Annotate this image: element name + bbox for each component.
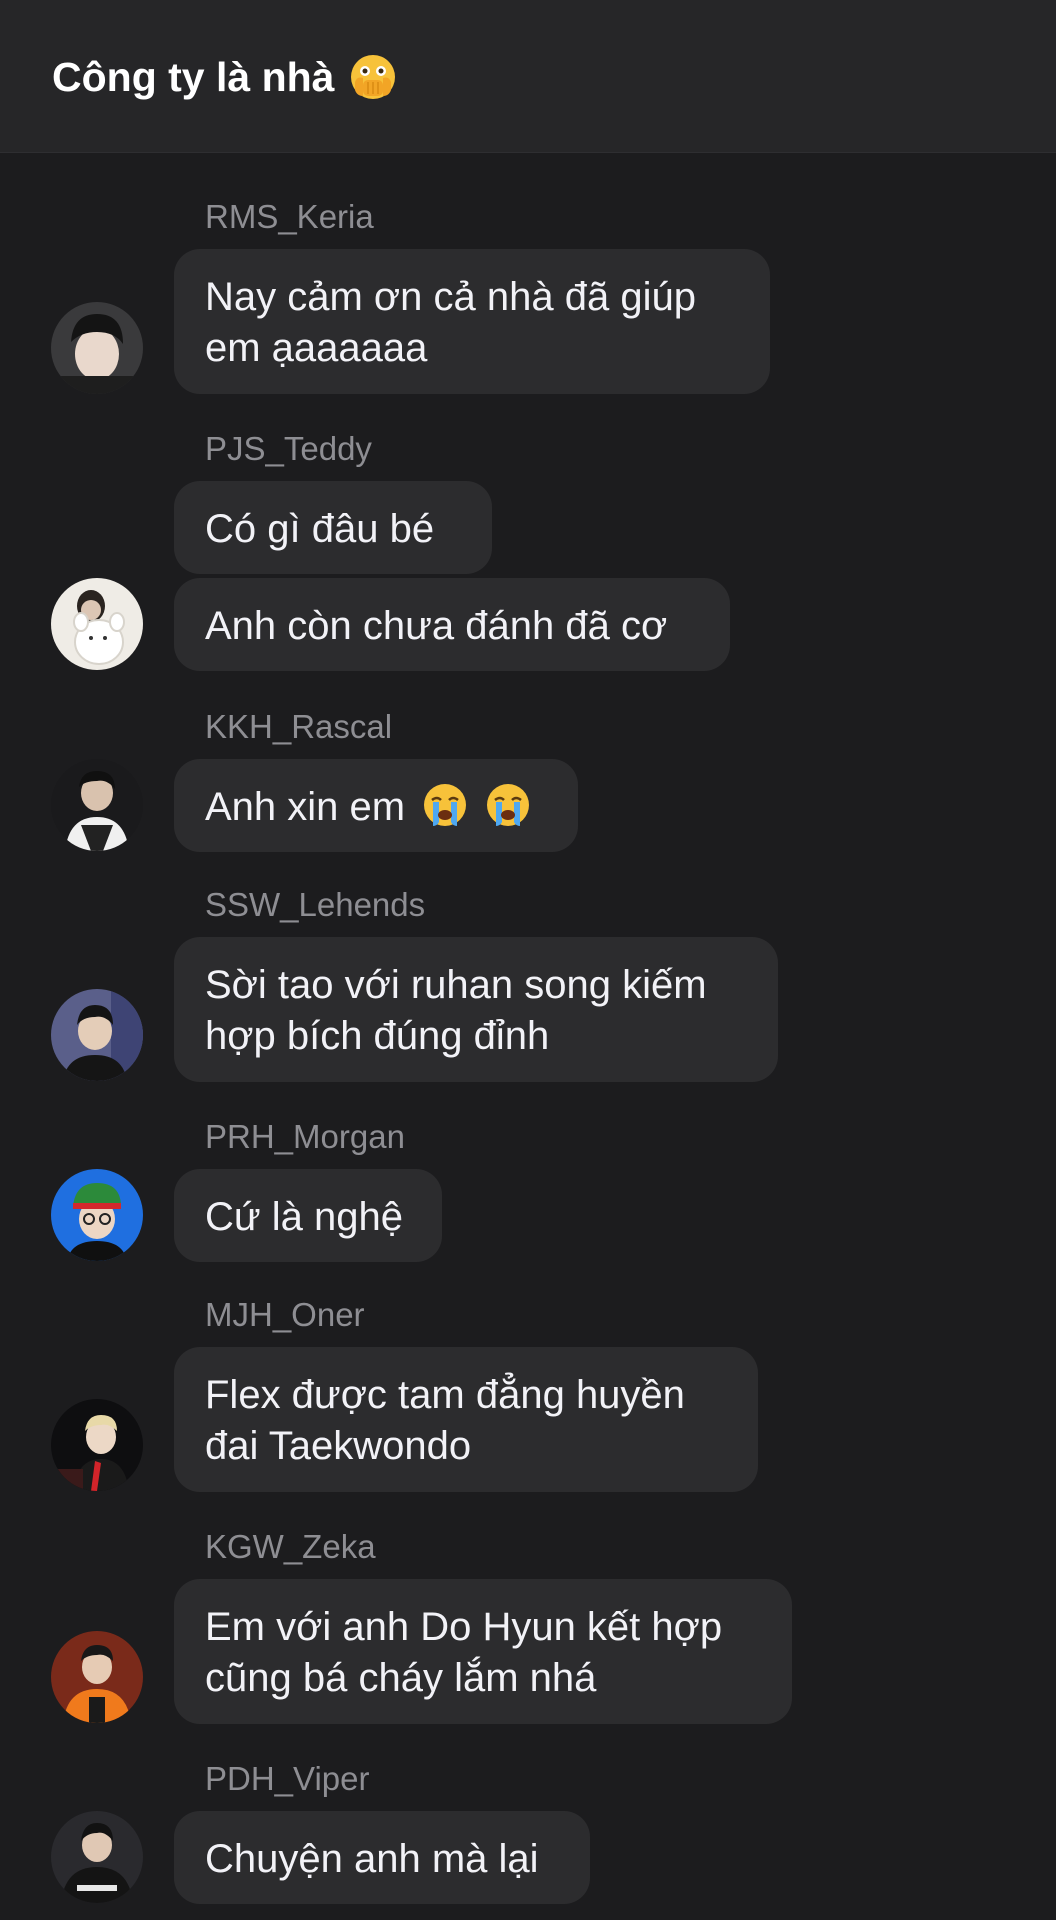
message-bubble[interactable]: Anh còn chưa đánh đã cơ xyxy=(174,578,730,671)
message-line: cũng bá cháy lắm nhá xyxy=(205,1656,597,1700)
message-line: Có gì đâu bé xyxy=(205,507,435,551)
message-line: Sời tao với ruhan song kiếm xyxy=(205,963,707,1007)
message-line: hợp bích đúng đỉnh xyxy=(205,1014,550,1058)
group-title-text: Công ty là nhà xyxy=(52,54,335,100)
message-line: Em với anh Do Hyun kết hợp xyxy=(205,1605,723,1649)
sender-name: RMS_Keria xyxy=(205,198,374,235)
message-line: Flex được tam đẳng huyền xyxy=(205,1373,685,1417)
sender-name: PJS_Teddy xyxy=(205,430,372,467)
sender-name: PRH_Morgan xyxy=(205,1118,405,1155)
message-bubble[interactable]: Có gì đâu bé xyxy=(174,481,492,574)
message-list[interactable]: RMS_Keria Nay cảm ơn cả nhà đã giúp em ạ… xyxy=(0,153,1056,1920)
message-bubble[interactable]: Cứ là nghệ xyxy=(174,1169,442,1262)
sender-name: SSW_Lehends xyxy=(205,886,426,923)
avatar[interactable] xyxy=(51,1811,143,1903)
message-line: Chuyện anh mà lại xyxy=(205,1837,539,1881)
group-title[interactable]: Công ty là nhà xyxy=(52,52,398,102)
sender-name: KGW_Zeka xyxy=(205,1528,376,1565)
sender-name: MJH_Oner xyxy=(205,1296,365,1333)
message-line: Cứ là nghệ xyxy=(205,1195,404,1239)
avatar[interactable] xyxy=(51,989,143,1081)
face-with-open-eyes-and-hand-over-mouth-icon xyxy=(351,55,396,99)
loudly-crying-face-icon xyxy=(424,784,467,826)
chat-header: Công ty là nhà xyxy=(0,0,1056,153)
avatar[interactable] xyxy=(51,302,143,394)
avatar[interactable] xyxy=(51,759,143,851)
sender-name: KKH_Rascal xyxy=(205,708,393,745)
message-bubble[interactable]: Chuyện anh mà lại xyxy=(174,1811,590,1904)
avatar[interactable] xyxy=(51,1169,143,1261)
message-bubble[interactable]: Nay cảm ơn cả nhà đã giúp em ạaaaaaa xyxy=(174,249,770,394)
sender-name: PDH_Viper xyxy=(205,1760,370,1797)
message-line: Nay cảm ơn cả nhà đã giúp xyxy=(205,275,696,319)
message-bubble[interactable]: Em với anh Do Hyun kết hợp cũng bá cháy … xyxy=(174,1579,792,1724)
message-bubble[interactable]: Anh xin em xyxy=(174,759,578,852)
message-line: đai Taekwondo xyxy=(205,1424,472,1468)
message-bubble[interactable]: Flex được tam đẳng huyền đai Taekwondo xyxy=(174,1347,758,1492)
loudly-crying-face-icon xyxy=(487,784,530,826)
message-bubble[interactable]: Sời tao với ruhan song kiếm hợp bích đún… xyxy=(174,937,778,1082)
message-line: Anh còn chưa đánh đã cơ xyxy=(205,604,668,648)
avatar[interactable] xyxy=(51,1631,143,1723)
message-line: em ạaaaaaa xyxy=(205,326,428,370)
avatar[interactable] xyxy=(51,1399,143,1491)
avatar[interactable] xyxy=(51,578,143,670)
message-line: Anh xin em xyxy=(205,785,406,829)
